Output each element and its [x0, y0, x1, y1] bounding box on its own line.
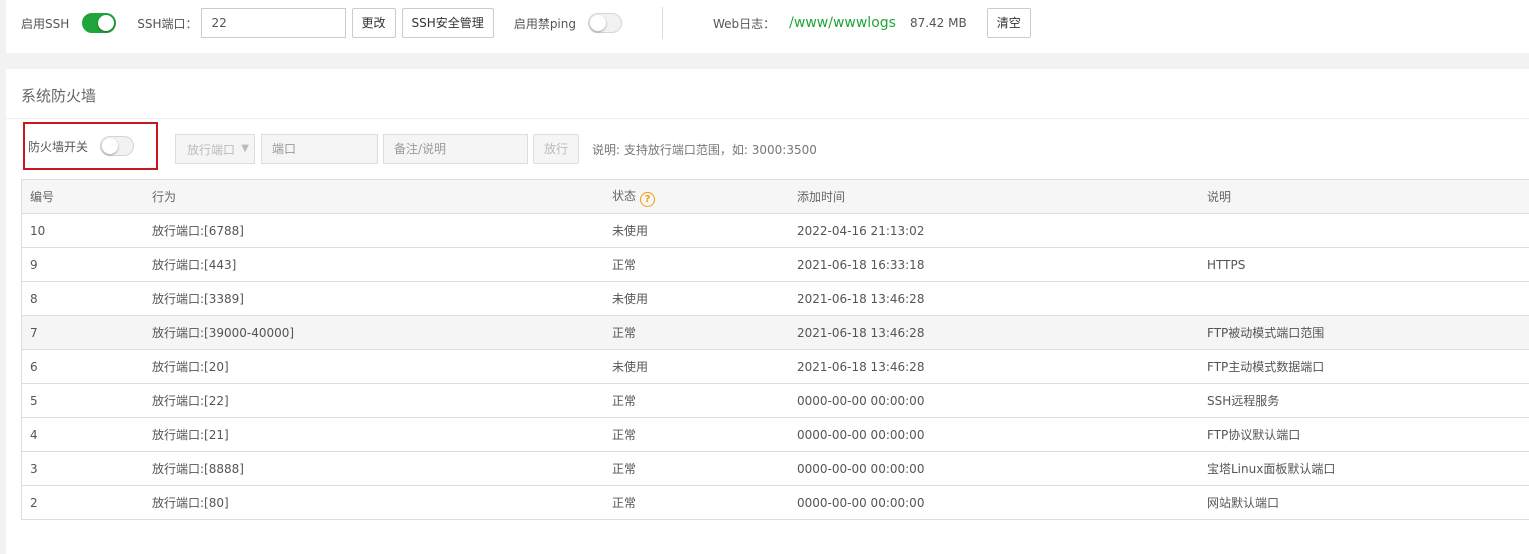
cell-status: 正常: [603, 383, 788, 418]
cell-id: 8: [21, 281, 143, 316]
table-row[interactable]: 10 放行端口:[6788] 未使用 2022-04-16 21:13:02: [21, 213, 1529, 248]
weblog-path-link[interactable]: /www/wwwlogs: [789, 15, 896, 31]
cell-id: 2: [21, 485, 143, 520]
weblog-label: Web日志：: [713, 16, 776, 31]
cell-action: 放行端口:[443]: [143, 247, 603, 282]
cell-time: 2021-06-18 13:46:28: [788, 281, 1198, 316]
action-select-value: 放行端口: [187, 142, 236, 157]
col-header-id: 编号: [21, 179, 143, 214]
note-input[interactable]: [383, 134, 528, 164]
cell-note: 宝塔Linux面板默认端口: [1198, 451, 1529, 486]
cell-note: FTP被动模式端口范围: [1198, 315, 1529, 350]
col-header-status: 状态?: [603, 179, 788, 214]
table-row[interactable]: 6 放行端口:[20] 未使用 2021-06-18 13:46:28 FTP主…: [21, 349, 1529, 384]
table-row[interactable]: 9 放行端口:[443] 正常 2021-06-18 16:33:18 HTTP…: [21, 247, 1529, 282]
cell-action: 放行端口:[20]: [143, 349, 603, 384]
firewall-title: 系统防火墙: [21, 87, 97, 105]
title-divider: [6, 118, 1529, 119]
ssh-port-label: SSH端口：: [137, 16, 198, 31]
firewall-switch-label: 防火墙开关: [28, 139, 89, 154]
cell-time: 2021-06-18 13:46:28: [788, 349, 1198, 384]
ssh-settings-panel: 启用SSH SSH端口： 更改 SSH安全管理 启用禁ping Web日志： /…: [6, 0, 1529, 53]
cell-action: 放行端口:[80]: [143, 485, 603, 520]
weblog-clear-button[interactable]: 清空: [986, 8, 1031, 38]
ssh-settings-row: 启用SSH SSH端口： 更改 SSH安全管理 启用禁ping Web日志： /…: [6, 0, 1529, 46]
top-divider: [662, 7, 663, 39]
toggle-knob: [102, 138, 119, 154]
chevron-down-icon: ▼: [241, 143, 249, 154]
table-header-row: 编号 行为 状态? 添加时间 说明: [21, 179, 1529, 214]
cell-note: HTTPS: [1198, 247, 1529, 282]
col-header-status-label: 状态: [612, 188, 637, 203]
table-row[interactable]: 3 放行端口:[8888] 正常 0000-00-00 00:00:00 宝塔L…: [21, 451, 1529, 486]
ssh-port-change-button[interactable]: 更改: [351, 8, 396, 38]
cell-note: FTP协议默认端口: [1198, 417, 1529, 452]
cell-action: 放行端口:[39000-40000]: [143, 315, 603, 350]
ping-disable-toggle[interactable]: [588, 13, 622, 33]
table-row[interactable]: 5 放行端口:[22] 正常 0000-00-00 00:00:00 SSH远程…: [21, 383, 1529, 418]
cell-id: 5: [21, 383, 143, 418]
firewall-switch-toggle[interactable]: [100, 136, 135, 156]
cell-time: 0000-00-00 00:00:00: [788, 451, 1198, 486]
col-header-note: 说明: [1198, 179, 1529, 214]
table-row[interactable]: 7 放行端口:[39000-40000] 正常 2021-06-18 13:46…: [21, 315, 1529, 350]
table-row[interactable]: 2 放行端口:[80] 正常 0000-00-00 00:00:00 网站默认端…: [21, 485, 1529, 520]
cell-note: [1198, 213, 1529, 248]
cell-status: 正常: [603, 485, 788, 520]
cell-id: 3: [21, 451, 143, 486]
firewall-rules-table: 编号 行为 状态? 添加时间 说明 10 放行端口:[6788] 未使用 202…: [21, 179, 1529, 520]
ssh-port-input[interactable]: [200, 8, 346, 38]
cell-status: 正常: [603, 417, 788, 452]
firewall-panel: 系统防火墙 防火墙开关 放行端口 ▼ 放行 说明: 支持放行端口范围，如: 30…: [6, 69, 1529, 554]
col-header-time: 添加时间: [788, 179, 1198, 214]
cell-status: 正常: [603, 247, 788, 282]
port-range-hint: 说明: 支持放行端口范围，如: 3000:3500: [592, 142, 817, 157]
col-header-action: 行为: [143, 179, 603, 214]
cell-action: 放行端口:[21]: [143, 417, 603, 452]
ping-disable-label: 启用禁ping: [513, 16, 576, 31]
firewall-switch-highlight: 防火墙开关: [23, 122, 158, 170]
cell-status: 未使用: [603, 213, 788, 248]
cell-note: SSH远程服务: [1198, 383, 1529, 418]
cell-status: 未使用: [603, 281, 788, 316]
port-input[interactable]: [261, 134, 378, 164]
table-left-border: [21, 179, 22, 520]
cell-time: 0000-00-00 00:00:00: [788, 383, 1198, 418]
weblog-size: 87.42 MB: [909, 16, 967, 30]
firewall-add-rule-form: 放行端口 ▼ 放行 说明: 支持放行端口范围，如: 3000:3500: [175, 134, 817, 164]
cell-status: 正常: [603, 451, 788, 486]
cell-id: 9: [21, 247, 143, 282]
cell-status: 正常: [603, 315, 788, 350]
cell-time: 2021-06-18 16:33:18: [788, 247, 1198, 282]
cell-id: 10: [21, 213, 143, 248]
cell-time: 0000-00-00 00:00:00: [788, 485, 1198, 520]
cell-note: [1198, 281, 1529, 316]
table-row[interactable]: 4 放行端口:[21] 正常 0000-00-00 00:00:00 FTP协议…: [21, 417, 1529, 452]
cell-time: 2021-06-18 13:46:28: [788, 315, 1198, 350]
cell-time: 0000-00-00 00:00:00: [788, 417, 1198, 452]
ssh-security-manage-button[interactable]: SSH安全管理: [401, 8, 494, 38]
cell-id: 6: [21, 349, 143, 384]
cell-time: 2022-04-16 21:13:02: [788, 213, 1198, 248]
cell-action: 放行端口:[8888]: [143, 451, 603, 486]
toggle-knob: [98, 15, 115, 31]
ssh-enable-toggle[interactable]: [82, 13, 117, 33]
cell-id: 4: [21, 417, 143, 452]
cell-note: 网站默认端口: [1198, 485, 1529, 520]
toggle-knob: [590, 15, 606, 31]
table-row[interactable]: 8 放行端口:[3389] 未使用 2021-06-18 13:46:28: [21, 281, 1529, 316]
cell-action: 放行端口:[22]: [143, 383, 603, 418]
question-circle-icon[interactable]: ?: [640, 191, 656, 207]
ssh-enable-label: 启用SSH: [21, 16, 70, 31]
cell-id: 7: [21, 315, 143, 350]
allow-port-button[interactable]: 放行: [533, 134, 580, 164]
cell-status: 未使用: [603, 349, 788, 384]
cell-action: 放行端口:[3389]: [143, 281, 603, 316]
action-select[interactable]: 放行端口 ▼: [175, 134, 255, 164]
cell-action: 放行端口:[6788]: [143, 213, 603, 248]
cell-note: FTP主动模式数据端口: [1198, 349, 1529, 384]
